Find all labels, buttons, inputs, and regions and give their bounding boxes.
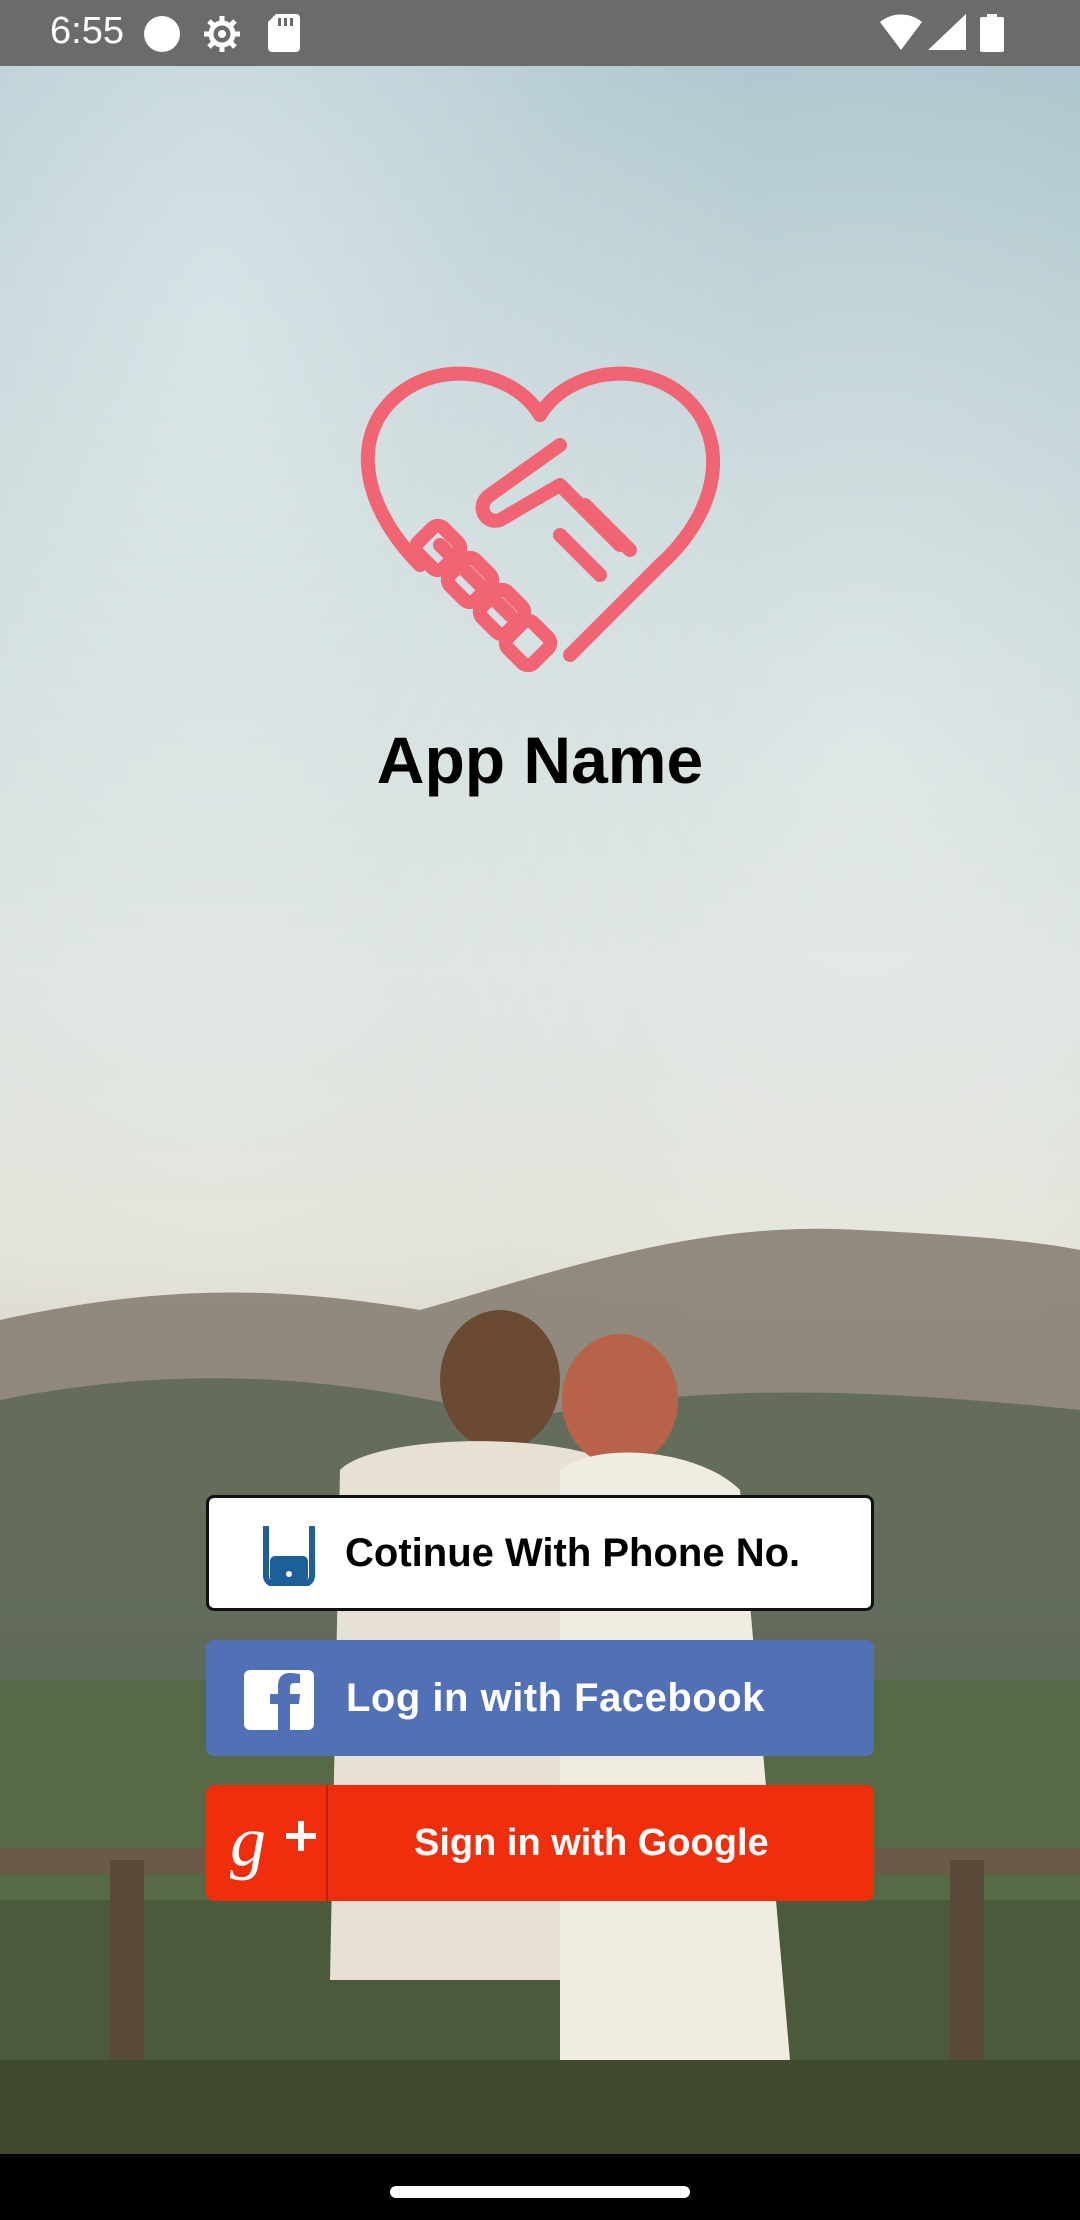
app-name-title: App Name — [376, 723, 704, 797]
battery-icon — [980, 14, 1004, 52]
signal-icon — [928, 14, 966, 50]
status-bar: 6:55 — [0, 0, 1080, 66]
phone-button-label: Cotinue With Phone No. — [345, 1531, 801, 1575]
heart-handshake-icon — [360, 366, 720, 673]
facebook-icon — [244, 1670, 314, 1730]
facebook-login-button[interactable]: Log in with Facebook — [206, 1640, 874, 1756]
wifi-icon — [880, 14, 922, 50]
circle-icon — [144, 16, 180, 52]
google-button-divider — [326, 1785, 328, 1901]
svg-text:g: g — [230, 1801, 266, 1881]
google-plus-icon: g — [230, 1801, 316, 1881]
status-time: 6:55 — [50, 10, 124, 52]
home-gesture-handle[interactable] — [390, 2186, 690, 2198]
screen: 6:55 App Name Cotinue With Phone No. Log… — [0, 0, 1080, 2220]
navigation-bar — [0, 2154, 1080, 2220]
facebook-button-label: Log in with Facebook — [346, 1676, 765, 1720]
settings-gear-icon — [204, 16, 240, 52]
continue-with-phone-button[interactable]: Cotinue With Phone No. — [206, 1495, 874, 1611]
google-button-label: Sign in with Google — [414, 1822, 769, 1864]
sd-card-icon — [268, 14, 300, 52]
google-signin-button[interactable]: g Sign in with Google — [206, 1785, 874, 1901]
phone-icon — [263, 1526, 315, 1586]
